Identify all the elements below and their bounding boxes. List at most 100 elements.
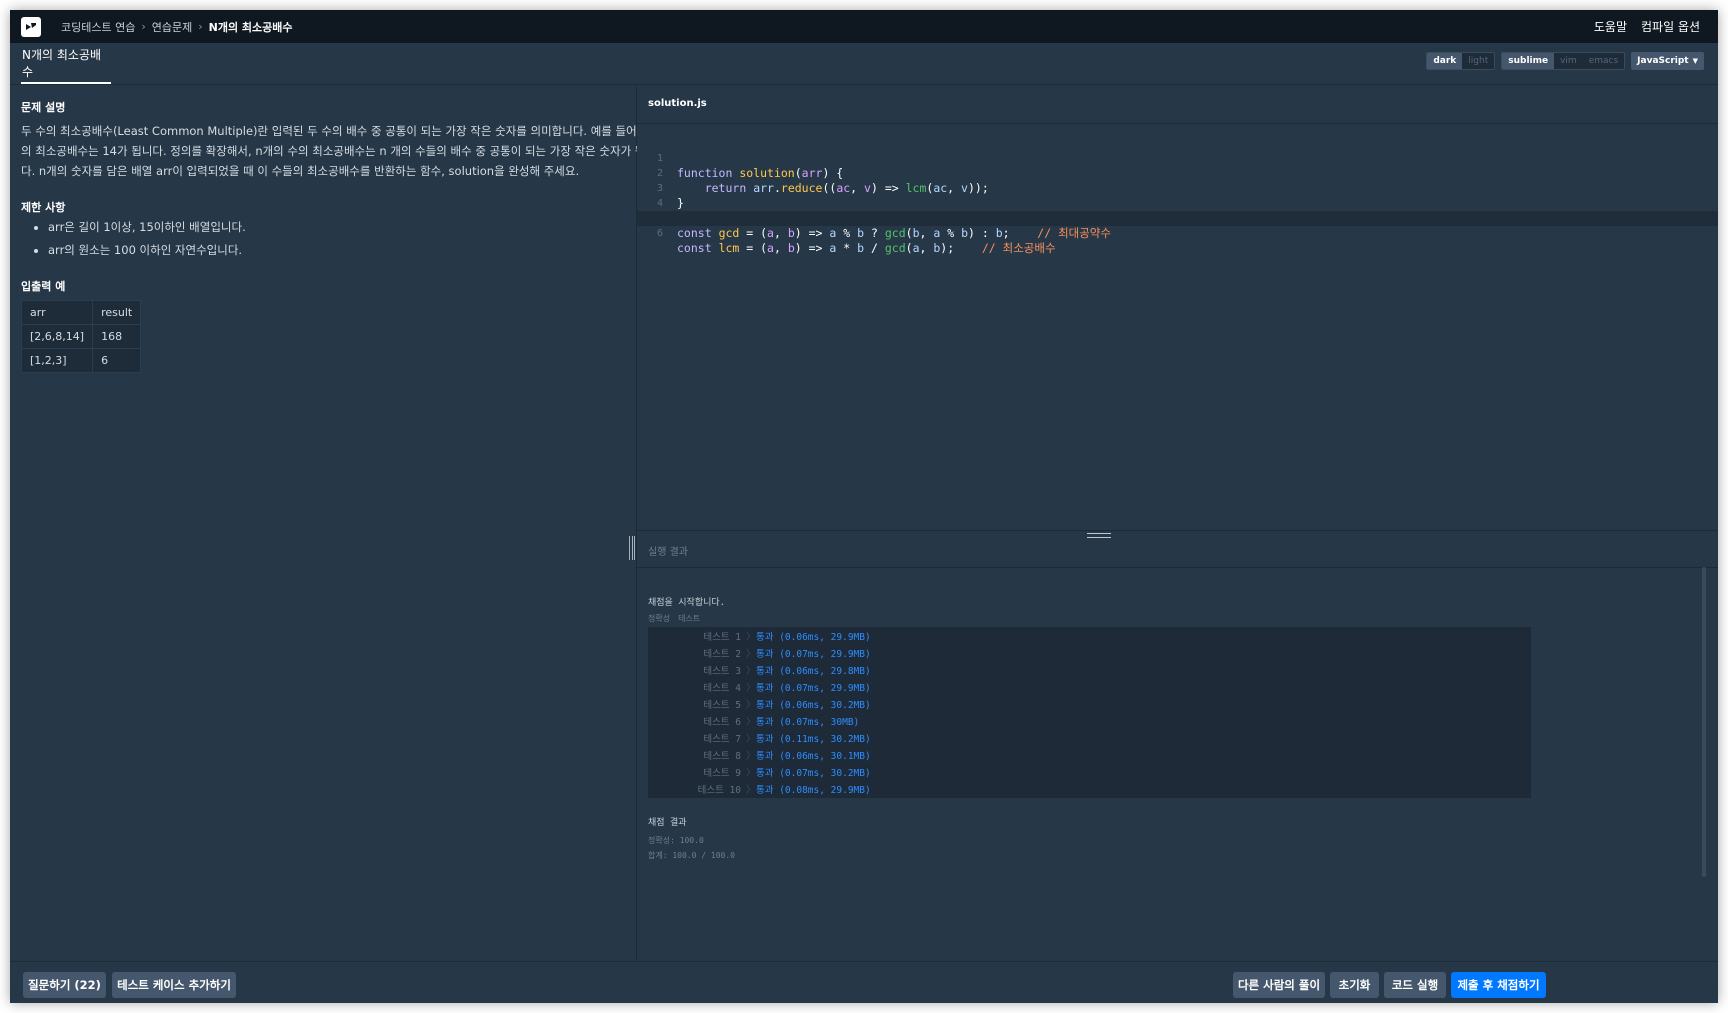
keymap-vim-option[interactable]: vim xyxy=(1554,53,1583,69)
theme-toggle: dark light xyxy=(1426,52,1496,70)
table-cell: 6 xyxy=(92,348,142,373)
column-label: 테스트 xyxy=(678,614,701,623)
editor-options: dark light sublime vim emacs JavaScript … xyxy=(1426,52,1704,70)
submit-button[interactable]: 제출 후 채점하기 xyxy=(1451,972,1546,998)
test-result: 통과 (0.07ms, 29.9MB) xyxy=(756,683,871,694)
result-title: 실행 결과 xyxy=(648,547,688,558)
ask-question-button[interactable]: 질문하기 (22) xyxy=(23,972,106,998)
test-row: 테스트 4 〉 통과 (0.07ms, 29.9MB) xyxy=(648,680,1531,697)
result-header: 실행 결과 xyxy=(637,530,1718,568)
test-row: 테스트 2 〉 통과 (0.07ms, 29.9MB) xyxy=(648,646,1531,663)
code-line: 1 function solution(arr) { xyxy=(637,136,1718,180)
code-line-active: 6 const lcm = (a, b) => a * b / gcd(a, b… xyxy=(637,211,1718,255)
code-editor[interactable]: 1 function solution(arr) { 2 return arr.… xyxy=(637,124,1718,529)
page-title: N개의 최소공배수 xyxy=(21,43,111,84)
action-bar: 질문하기 (22) 테스트 케이스 추가하기 다른 사람의 풀이 초기화 코드 … xyxy=(10,961,1718,1003)
keymap-emacs-option[interactable]: emacs xyxy=(1582,53,1625,69)
table-header-row: arr result xyxy=(20,300,142,325)
chevron-right-icon: › xyxy=(198,20,203,33)
breadcrumb-practice[interactable]: 연습문제 xyxy=(152,19,192,35)
code-line: 4 xyxy=(637,181,1718,209)
file-name: solution.js xyxy=(648,98,707,109)
other-solutions-button[interactable]: 다른 사람의 풀이 xyxy=(1233,972,1325,998)
reset-button[interactable]: 초기화 xyxy=(1330,972,1379,998)
test-name: 테스트 10 xyxy=(697,785,741,796)
caret-down-icon: ▼ xyxy=(1692,57,1698,65)
breadcrumb-coding-test[interactable]: 코딩테스트 연습 xyxy=(61,19,135,35)
summary-total: 합계: 100.0 / 100.0 xyxy=(648,851,735,860)
problem-pane[interactable]: 문제 설명 두 수의 최소공배수(Least Common Multiple)란… xyxy=(10,85,670,960)
test-row: 테스트 10 〉 통과 (0.08ms, 29.9MB) xyxy=(648,782,1531,799)
result-columns: 정확성 테스트 xyxy=(648,613,708,624)
result-scrollbar[interactable] xyxy=(1702,567,1706,877)
test-row: 테스트 9 〉 통과 (0.07ms, 30.2MB) xyxy=(648,765,1531,782)
table-cell: [2,6,8,14] xyxy=(20,324,94,349)
table-cell: [1,2,3] xyxy=(20,348,94,373)
column-label: 정확성 xyxy=(648,614,671,623)
compile-options-link[interactable]: 컴파일 옵션 xyxy=(1641,18,1700,35)
test-row: 테스트 6 〉 통과 (0.07ms, 30MB) xyxy=(648,714,1531,731)
summary-accuracy: 정확성: 100.0 xyxy=(648,836,704,845)
app-window: 코딩테스트 연습 › 연습문제 › N개의 최소공배수 도움말 컴파일 옵션 N… xyxy=(10,10,1718,1003)
test-name: 테스트 8 xyxy=(703,751,741,762)
test-result: 통과 (0.06ms, 30.1MB) xyxy=(756,751,871,762)
test-name: 테스트 7 xyxy=(703,734,741,745)
test-name: 테스트 2 xyxy=(703,649,741,660)
keymap-toggle: sublime vim emacs xyxy=(1501,52,1626,70)
code-line: 3 } xyxy=(637,166,1718,210)
editor-pane: solution.js 1 function solution(arr) { 2… xyxy=(637,85,1718,960)
description-heading: 문제 설명 xyxy=(21,101,66,114)
test-results-table: 테스트 1 〉 통과 (0.06ms, 29.9MB) 테스트 2 〉 통과 (0.07… xyxy=(648,627,1531,798)
add-testcase-button[interactable]: 테스트 케이스 추가하기 xyxy=(112,972,236,998)
test-result: 통과 (0.11ms, 30.2MB) xyxy=(756,734,871,745)
run-code-button[interactable]: 코드 실행 xyxy=(1384,972,1446,998)
test-result: 통과 (0.06ms, 29.8MB) xyxy=(756,666,871,677)
description-line: 의 최소공배수는 14가 됩니다. 정의를 확장해서, n개의 수의 최소공배수… xyxy=(21,144,667,158)
description-line: 두 수의 최소공배수(Least Common Multiple)란 입력된 두… xyxy=(21,124,670,138)
limit-item: arr의 원소는 100 이하인 자연수입니다. xyxy=(48,242,246,265)
io-example-table: arr result [2,6,8,14] 168 [1,2,3] 6 xyxy=(20,300,142,373)
table-cell: 168 xyxy=(92,324,142,349)
test-name: 테스트 1 xyxy=(703,632,741,643)
test-result: 통과 (0.07ms, 29.9MB) xyxy=(756,649,871,660)
test-result: 통과 (0.07ms, 30MB) xyxy=(756,717,860,728)
grading-start-message: 채점을 시작합니다. xyxy=(648,598,726,608)
lesson-header: N개의 최소공배수 dark light sublime vim emacs J… xyxy=(10,43,1718,85)
language-select-value: JavaScript xyxy=(1637,56,1689,66)
help-link[interactable]: 도움말 xyxy=(1594,18,1627,35)
summary-heading: 채점 결과 xyxy=(648,818,687,828)
test-name: 테스트 4 xyxy=(703,683,741,694)
programmers-logo-icon[interactable] xyxy=(21,16,41,37)
column-header: arr xyxy=(20,300,94,325)
pane-resize-handle[interactable] xyxy=(629,536,635,560)
table-row: [2,6,8,14] 168 xyxy=(20,324,142,349)
description-text: 두 수의 최소공배수(Least Common Multiple)란 입력된 두… xyxy=(21,121,670,181)
theme-dark-option[interactable]: dark xyxy=(1427,53,1463,69)
test-result: 통과 (0.07ms, 30.2MB) xyxy=(756,768,871,779)
test-result: 통과 (0.06ms, 30.2MB) xyxy=(756,700,871,711)
test-row: 테스트 1 〉 통과 (0.06ms, 29.9MB) xyxy=(648,629,1531,646)
vertical-resize-handle[interactable] xyxy=(1087,533,1111,538)
test-name: 테스트 9 xyxy=(703,768,741,779)
theme-light-option[interactable]: light xyxy=(1462,53,1495,69)
test-result: 통과 (0.06ms, 29.9MB) xyxy=(756,632,871,643)
chevron-right-icon: › xyxy=(141,20,146,33)
keymap-sublime-option[interactable]: sublime xyxy=(1502,53,1555,69)
file-tab-bar: solution.js xyxy=(637,85,1718,124)
column-header: result xyxy=(92,300,142,325)
line-number: 6 xyxy=(656,228,663,239)
test-row: 테스트 7 〉 통과 (0.11ms, 30.2MB) xyxy=(648,731,1531,748)
test-name: 테스트 6 xyxy=(703,717,741,728)
table-row: [1,2,3] 6 xyxy=(20,348,142,373)
test-row: 테스트 5 〉 통과 (0.06ms, 30.2MB) xyxy=(648,697,1531,714)
io-heading: 입출력 예 xyxy=(21,280,66,293)
code-line: 2 return arr.reduce((ac, v) => lcm(ac, v… xyxy=(637,151,1718,195)
test-row: 테스트 3 〉 통과 (0.06ms, 29.8MB) xyxy=(648,663,1531,680)
limits-heading: 제한 사항 xyxy=(21,201,66,214)
language-select[interactable]: JavaScript ▼ xyxy=(1631,52,1704,70)
breadcrumb-current: N개의 최소공배수 xyxy=(208,20,293,34)
description-line: 다. n개의 숫자를 담은 배열 arr이 입력되었을 때 이 수들의 최소공배… xyxy=(21,164,580,178)
test-result: 통과 (0.08ms, 29.9MB) xyxy=(756,785,871,796)
result-output[interactable]: 채점을 시작합니다. 정확성 테스트 테스트 1 〉 통과 (0.06ms, 29.9… xyxy=(637,567,1718,960)
test-name: 테스트 5 xyxy=(703,700,741,711)
